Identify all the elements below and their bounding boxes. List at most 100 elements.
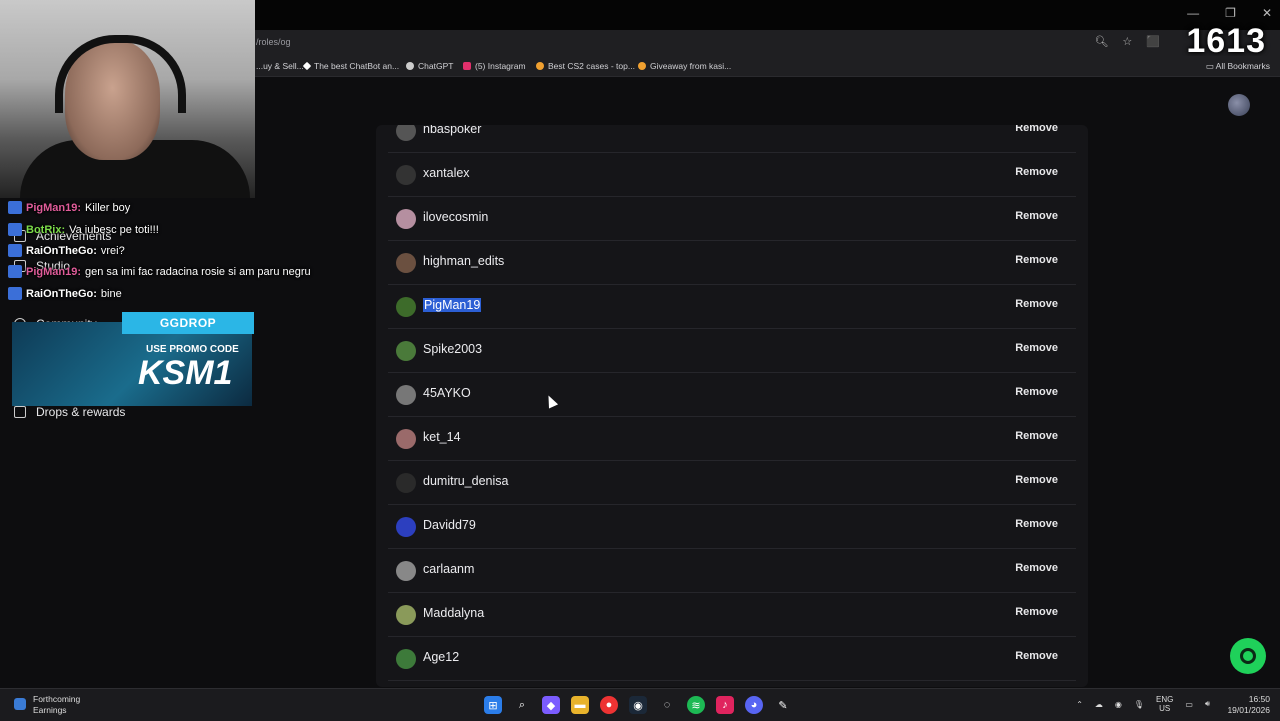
bookmark-item[interactable]: Giveaway from kasi... (638, 61, 731, 71)
bookmark-item[interactable]: The best ChatBot an... (302, 61, 399, 71)
steam-icon[interactable]: ◉ (629, 696, 647, 714)
system-clock[interactable]: 16:50 19/01/2026 (1227, 694, 1270, 716)
member-name: nbaspoker (423, 125, 482, 136)
ggdrop-logo: GGDROP (122, 312, 254, 334)
member-avatar (396, 385, 416, 405)
zoom-icon[interactable]: 🔍︎ (1094, 35, 1108, 48)
webcam-overlay (0, 0, 255, 198)
news-icon (14, 698, 26, 710)
bookmark-item[interactable]: (5) Instagram (463, 61, 526, 71)
member-row: Spike2003 Remove (388, 329, 1076, 373)
member-avatar (396, 561, 416, 581)
member-avatar (396, 253, 416, 273)
member-name: 45AYKO (423, 386, 471, 400)
url-text[interactable]: /roles/og (256, 37, 291, 47)
remove-button[interactable]: Remove (1015, 606, 1058, 618)
member-row: nbaspoker Remove (388, 125, 1076, 153)
search-icon[interactable]: ⌕ (513, 696, 531, 714)
system-tray: ⌃ ☁ ◉ 🎙︎ ENG US ▭ 🔊︎ (1076, 695, 1210, 713)
remove-button[interactable]: Remove (1015, 125, 1058, 134)
member-row: dumitru_denisa Remove (388, 461, 1076, 505)
bookmark-favicon-icon (536, 62, 544, 70)
member-avatar (396, 429, 416, 449)
chevron-up-icon[interactable]: ⌃ (1076, 700, 1083, 709)
remove-button[interactable]: Remove (1015, 298, 1058, 310)
extension-icon[interactable]: ⬛ (1146, 35, 1160, 48)
bookmark-item[interactable]: Best CS2 cases - top... (536, 61, 635, 71)
member-avatar (396, 297, 416, 317)
instagram-icon (463, 62, 471, 70)
remove-button[interactable]: Remove (1015, 474, 1058, 486)
chat-badge-icon (8, 244, 22, 257)
remove-button[interactable]: Remove (1015, 562, 1058, 574)
remove-button[interactable]: Remove (1015, 430, 1058, 442)
cloud-icon[interactable]: ☁ (1095, 700, 1103, 709)
member-name: Davidd79 (423, 518, 476, 532)
member-name: PigMan19 (423, 298, 482, 312)
file-explorer-icon[interactable]: ▬ (571, 696, 589, 714)
copilot-icon[interactable]: ◆ (542, 696, 560, 714)
star-icon[interactable]: ☆ (1122, 35, 1132, 48)
member-name: ilovecosmin (423, 210, 489, 224)
chat-badge-icon (8, 265, 22, 278)
windows-start-icon[interactable]: ⊞ (484, 696, 502, 714)
chat-badge-icon (8, 287, 22, 300)
remove-button[interactable]: Remove (1015, 254, 1058, 266)
promo-banner[interactable]: GGDROP USE PROMO CODE KSM1 (12, 312, 254, 406)
member-avatar (396, 649, 416, 669)
remove-button[interactable]: Remove (1015, 518, 1058, 530)
member-name: ket_14 (423, 430, 461, 444)
microphone-icon[interactable]: 🎙︎ (1134, 700, 1144, 709)
member-name: xantalex (423, 166, 470, 180)
remove-button[interactable]: Remove (1015, 386, 1058, 398)
chrome-icon[interactable]: ● (600, 696, 618, 714)
remove-button[interactable]: Remove (1015, 210, 1058, 222)
member-avatar (396, 209, 416, 229)
bookmark-favicon-icon (638, 62, 646, 70)
member-row: carlaanm Remove (388, 549, 1076, 593)
close-icon[interactable]: ✕ (1262, 6, 1272, 20)
support-chat-button[interactable] (1230, 638, 1266, 674)
gift-icon (14, 406, 26, 418)
taskbar-apps: ⊞ ⌕ ◆ ▬ ● ◉ ◌ ≋ ♪ ◕ ✎ (484, 696, 792, 714)
member-row: PigMan19 Remove (388, 285, 1076, 329)
remove-button[interactable]: Remove (1015, 342, 1058, 354)
app-icon[interactable]: ✎ (774, 696, 792, 714)
member-row: Age12 Remove (388, 637, 1076, 681)
remove-button[interactable]: Remove (1015, 166, 1058, 178)
chat-badge-icon (8, 201, 22, 214)
member-row: xantalex Remove (388, 153, 1076, 197)
member-avatar (396, 341, 416, 361)
member-avatar (396, 165, 416, 185)
window-controls: — ❐ ✕ (1187, 6, 1272, 20)
network-icon[interactable]: ▭ (1185, 700, 1193, 709)
bookmark-item[interactable]: ...uy & Sell... (256, 61, 304, 71)
member-avatar (396, 517, 416, 537)
all-bookmarks-link[interactable]: ▭ All Bookmarks (1206, 61, 1270, 72)
chatgpt-icon (406, 62, 414, 70)
sidebar-item-drops[interactable]: Drops & rewards (14, 405, 125, 419)
discord-icon[interactable]: ◕ (745, 696, 763, 714)
minimize-icon[interactable]: — (1187, 6, 1199, 20)
member-name: Maddalyna (423, 606, 485, 620)
app-tray-icon[interactable]: ◉ (1115, 700, 1122, 709)
member-row: ilovecosmin Remove (388, 197, 1076, 241)
user-avatar[interactable] (1228, 94, 1250, 116)
bookmark-item[interactable]: ChatGPT (406, 61, 453, 71)
member-name: dumitru_denisa (423, 474, 509, 488)
taskbar: Forthcoming Earnings ⊞ ⌕ ◆ ▬ ● ◉ ◌ ≋ ♪ ◕… (0, 688, 1280, 721)
member-row: ket_14 Remove (388, 417, 1076, 461)
chat-message: RaiOnTheGo: vrei? (8, 244, 125, 257)
tiktok-icon[interactable]: ♪ (716, 696, 734, 714)
spotify-icon[interactable]: ≋ (687, 696, 705, 714)
news-widget[interactable]: Forthcoming Earnings (14, 694, 80, 716)
volume-icon[interactable]: 🔊︎ (1205, 699, 1210, 709)
maximize-icon[interactable]: ❐ (1225, 6, 1236, 20)
chat-badge-icon (8, 223, 22, 236)
member-row: Maddalyna Remove (388, 593, 1076, 637)
remove-button[interactable]: Remove (1015, 650, 1058, 662)
member-row: 45AYKO Remove (388, 373, 1076, 417)
obs-icon[interactable]: ◌ (658, 696, 676, 714)
member-name: Age12 (423, 650, 460, 664)
language-indicator[interactable]: ENG US (1156, 695, 1173, 713)
